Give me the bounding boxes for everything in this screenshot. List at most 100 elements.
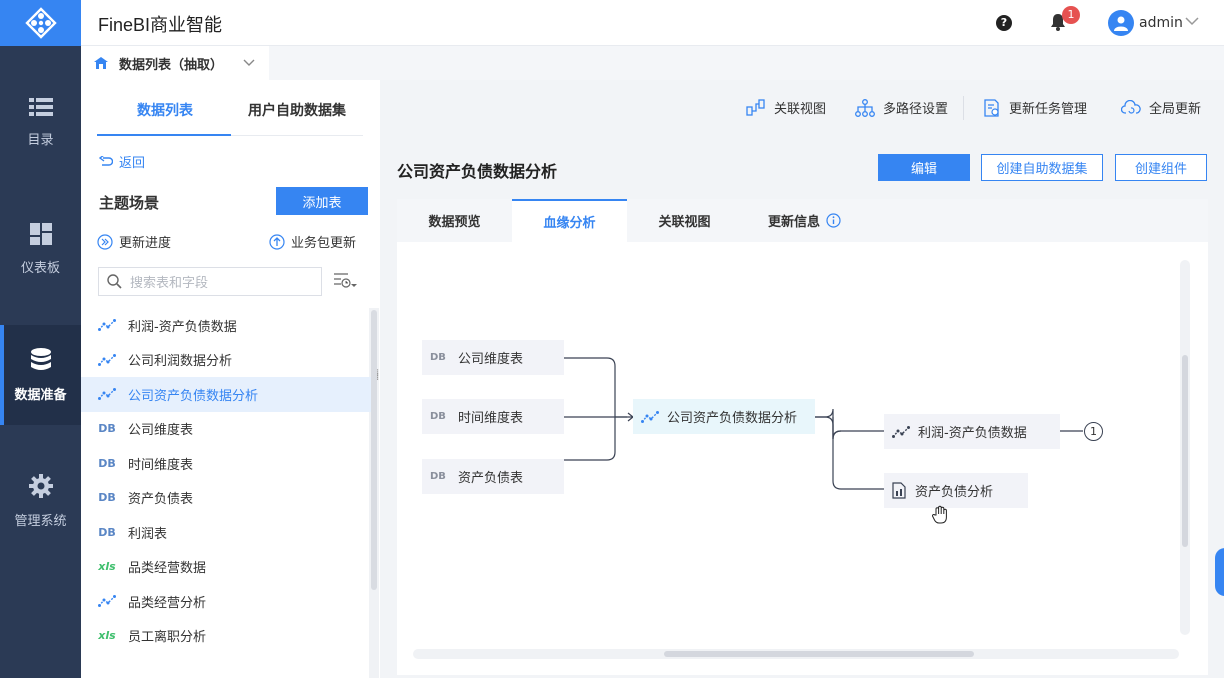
side-drawer-handle[interactable] [1215, 548, 1224, 596]
update-progress-link[interactable]: 更新进度 [97, 232, 171, 251]
lineage-panel: 数据预览 血缘分析 关联视图 更新信息 DB 公司维度表 DB 时间维度表 DB… [397, 199, 1208, 675]
package-update-link[interactable]: 业务包更新 [269, 232, 356, 251]
active-tab-underline [97, 134, 231, 136]
list-item[interactable]: DB 资产负债表 [81, 481, 371, 516]
back-arrow-icon [99, 155, 113, 166]
list-item[interactable]: 利润-资产负债数据 [81, 308, 371, 343]
list-item-label: 员工离职分析 [128, 630, 207, 646]
list-icon [28, 97, 53, 116]
analysis-icon [98, 353, 116, 366]
downstream-count-badge[interactable]: 1 [1084, 422, 1103, 441]
target-node[interactable]: 资产负债分析 [884, 473, 1028, 508]
tab-label: 血缘分析 [543, 216, 596, 231]
db-icon: DB [430, 352, 446, 363]
avatar[interactable] [1108, 10, 1134, 36]
source-node[interactable]: DB 公司维度表 [422, 340, 564, 375]
list-item-active[interactable]: 公司资产负债数据分析 [81, 377, 371, 412]
current-dataset-node[interactable]: 公司资产负债数据分析 [633, 399, 815, 434]
multipath-settings-button[interactable]: 多路径设置 [855, 98, 948, 117]
list-scrollbar[interactable] [371, 310, 377, 590]
nav-item-data-prep[interactable]: 数据准备 [0, 325, 81, 425]
tab-label: 关联视图 [658, 215, 711, 230]
task-list-icon [984, 98, 999, 117]
tab-label: 数据预览 [428, 215, 481, 230]
list-item-label: 公司利润数据分析 [128, 354, 233, 370]
package-update-label: 业务包更新 [291, 236, 357, 251]
list-item[interactable]: DB 时间维度表 [81, 446, 371, 481]
chevron-down-icon[interactable] [243, 59, 255, 67]
dashboard-icon [29, 222, 52, 245]
db-icon: DB [98, 422, 116, 436]
help-icon[interactable]: ? [996, 15, 1012, 31]
tab-update-info[interactable]: 更新信息 [742, 199, 867, 242]
canvas-horizontal-scrollbar[interactable] [664, 651, 974, 657]
list-item[interactable]: 品类经营分析 [81, 584, 371, 619]
relation-view-label: 关联视图 [774, 102, 827, 117]
create-dataset-button[interactable]: 创建自助数据集 [981, 154, 1103, 181]
node-label: 资产负债表 [457, 471, 523, 486]
analysis-icon [98, 388, 116, 401]
analysis-icon [892, 425, 910, 438]
db-icon: DB [98, 491, 116, 505]
user-icon [1114, 16, 1128, 31]
create-component-button[interactable]: 创建组件 [1115, 154, 1207, 181]
list-item[interactable]: 公司利润数据分析 [81, 343, 371, 378]
document-tab-label: 数据列表（抽取） [119, 57, 224, 73]
nav-item-catalog[interactable]: 目录 [0, 72, 81, 172]
back-link[interactable]: 返回 [99, 152, 145, 171]
source-node[interactable]: DB 时间维度表 [422, 399, 564, 434]
relation-view-button[interactable]: 关联视图 [746, 98, 826, 117]
list-item-label: 品类经营分析 [128, 595, 207, 611]
tab-self-service-dataset[interactable]: 用户自助数据集 [248, 100, 346, 120]
list-item-label: 利润表 [128, 526, 168, 542]
list-item[interactable]: DB 公司维度表 [81, 412, 371, 447]
list-item[interactable]: xls 员工离职分析 [81, 619, 371, 654]
list-item-label: 品类经营数据 [128, 561, 207, 577]
nav-label-data-prep: 数据准备 [14, 387, 67, 403]
filter-icon[interactable] [333, 272, 357, 290]
task-management-label: 更新任务管理 [1009, 102, 1088, 117]
section-title: 主题场景 [99, 194, 160, 212]
lineage-canvas[interactable]: DB 公司维度表 DB 时间维度表 DB 资产负债表 公司资产负债数据分析 利润… [397, 242, 1208, 675]
logo-icon [24, 7, 57, 39]
data-list-panel: 数据列表 用户自助数据集 返回 主题场景 添加表 更新进度 业务包更新 搜索表和… [81, 80, 380, 678]
double-chevron-icon [97, 233, 113, 250]
task-management-button[interactable]: 更新任务管理 [983, 98, 1087, 117]
nav-label-catalog: 目录 [27, 132, 54, 148]
hand-cursor-icon [932, 505, 947, 524]
tab-data-list[interactable]: 数据列表 [137, 100, 193, 120]
app-logo[interactable] [0, 0, 81, 46]
gear-icon [28, 473, 53, 498]
analysis-icon [641, 410, 659, 423]
db-icon: DB [430, 411, 446, 422]
list-item-label: 公司维度表 [128, 423, 194, 439]
panel-splitter-handle[interactable]: ⁞ ⁞ [376, 369, 379, 383]
node-label: 利润-资产负债数据 [918, 426, 1027, 441]
nav-item-admin[interactable]: 管理系统 [0, 451, 81, 551]
tab-label: 更新信息 [767, 215, 820, 230]
search-input[interactable]: 搜索表和字段 [98, 267, 322, 296]
table-list: 利润-资产负债数据 公司利润数据分析 公司资产负债数据分析 DB 公司维度表 D… [81, 308, 371, 653]
info-icon[interactable] [826, 213, 841, 228]
add-table-button[interactable]: 添加表 [276, 187, 368, 215]
nav-item-dashboard[interactable]: 仪表板 [0, 199, 81, 299]
canvas-vertical-scrollbar[interactable] [1182, 355, 1188, 547]
document-tab[interactable]: 数据列表（抽取） [81, 46, 269, 80]
analysis-icon [98, 319, 116, 332]
global-update-label: 全局更新 [1149, 102, 1202, 117]
list-item[interactable]: xls 品类经营数据 [81, 550, 371, 585]
list-item[interactable]: DB 利润表 [81, 515, 371, 550]
chevron-down-icon[interactable] [1185, 17, 1199, 26]
user-name[interactable]: admin [1139, 15, 1183, 31]
source-node[interactable]: DB 资产负债表 [422, 459, 564, 494]
tab-relation-view[interactable]: 关联视图 [627, 199, 742, 242]
tab-lineage[interactable]: 血缘分析 [512, 199, 627, 242]
list-item-label: 资产负债表 [128, 492, 194, 508]
target-node[interactable]: 利润-资产负债数据 [884, 414, 1060, 449]
app-title: FineBI商业智能 [98, 15, 223, 35]
list-item-label: 公司资产负债数据分析 [128, 388, 259, 404]
global-update-button[interactable]: 全局更新 [1121, 98, 1201, 117]
edit-button[interactable]: 编辑 [878, 154, 970, 181]
tab-data-preview[interactable]: 数据预览 [397, 199, 512, 242]
search-icon [107, 274, 122, 289]
